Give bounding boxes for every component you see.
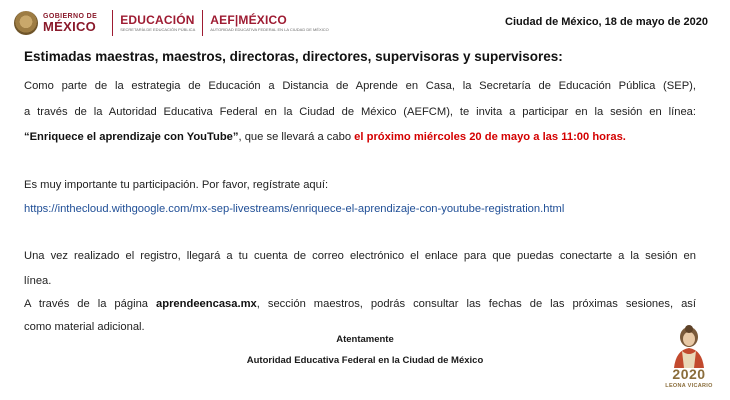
- aef-logo: AEF|MÉXICO AUTORIDAD EDUCATIVA FEDERAL E…: [210, 14, 329, 32]
- letter-page: GOBIERNO DE MÉXICO EDUCACIÓN SECRETARÍA …: [0, 0, 730, 400]
- closing-regards: Atentamente: [336, 334, 394, 345]
- letter-date: Ciudad de México, 18 de mayo de 2020: [505, 16, 708, 28]
- logo-divider: [202, 10, 204, 36]
- intro-line-3: “Enriquece el aprendizaje con YouTube”, …: [24, 131, 696, 143]
- followup-line-2: línea.: [24, 275, 52, 287]
- logo-divider: [112, 10, 114, 36]
- register-prompt: Es muy importante tu participación. Por …: [24, 179, 329, 191]
- registration-link[interactable]: https://inthecloud.withgoogle.com/mx-sep…: [24, 203, 696, 215]
- followup-line-4: como material adicional.: [24, 321, 145, 333]
- header-logos: GOBIERNO DE MÉXICO EDUCACIÓN SECRETARÍA …: [14, 8, 329, 38]
- educacion-logo: EDUCACIÓN SECRETARÍA DE EDUCACIÓN PÚBLIC…: [120, 14, 195, 32]
- badge-name: LEONA VICARIO: [665, 383, 713, 389]
- intro-line-2: a través de la Autoridad Educativa Feder…: [24, 106, 696, 118]
- gobierno-logo-line2: MÉXICO: [43, 19, 97, 34]
- leona-vicario-portrait-icon: [674, 325, 704, 368]
- educacion-logo-title: EDUCACIÓN: [120, 13, 195, 27]
- national-seal-icon: [14, 11, 38, 35]
- aprendeencasa-site: aprendeencasa.mx: [156, 298, 257, 310]
- intro-connector: , que se llevará a cabo: [238, 131, 355, 143]
- educacion-logo-subtitle: SECRETARÍA DE EDUCACIÓN PÚBLICA: [120, 27, 196, 32]
- session-title: “Enriquece el aprendizaje con YouTube”: [24, 131, 239, 143]
- gobierno-logo: GOBIERNO DE MÉXICO: [43, 13, 97, 33]
- closing-signature: Autoridad Educativa Federal en la Ciudad…: [246, 355, 484, 366]
- followup-line-3-end: , sección maestros, podrás consultar las…: [256, 298, 696, 310]
- intro-line-1: Como parte de la estrategia de Educación…: [24, 80, 696, 92]
- badge-year: 2020: [672, 366, 706, 382]
- aef-logo-subtitle: AUTORIDAD EDUCATIVA FEDERAL EN LA CIUDAD…: [210, 27, 329, 32]
- greeting: Estimadas maestras, maestros, directoras…: [24, 49, 563, 64]
- followup-line-3-start: A través de la página: [24, 298, 157, 310]
- session-date: el próximo miércoles 20 de mayo a las 11…: [354, 131, 626, 143]
- followup-line-3: A través de la página aprendeencasa.mx, …: [24, 298, 696, 310]
- leona-vicario-2020-badge: 2020 LEONA VICARIO: [660, 324, 718, 396]
- aef-logo-title: AEF|MÉXICO: [210, 13, 287, 27]
- followup-line-1: Una vez realizado el registro, llegará a…: [24, 250, 696, 262]
